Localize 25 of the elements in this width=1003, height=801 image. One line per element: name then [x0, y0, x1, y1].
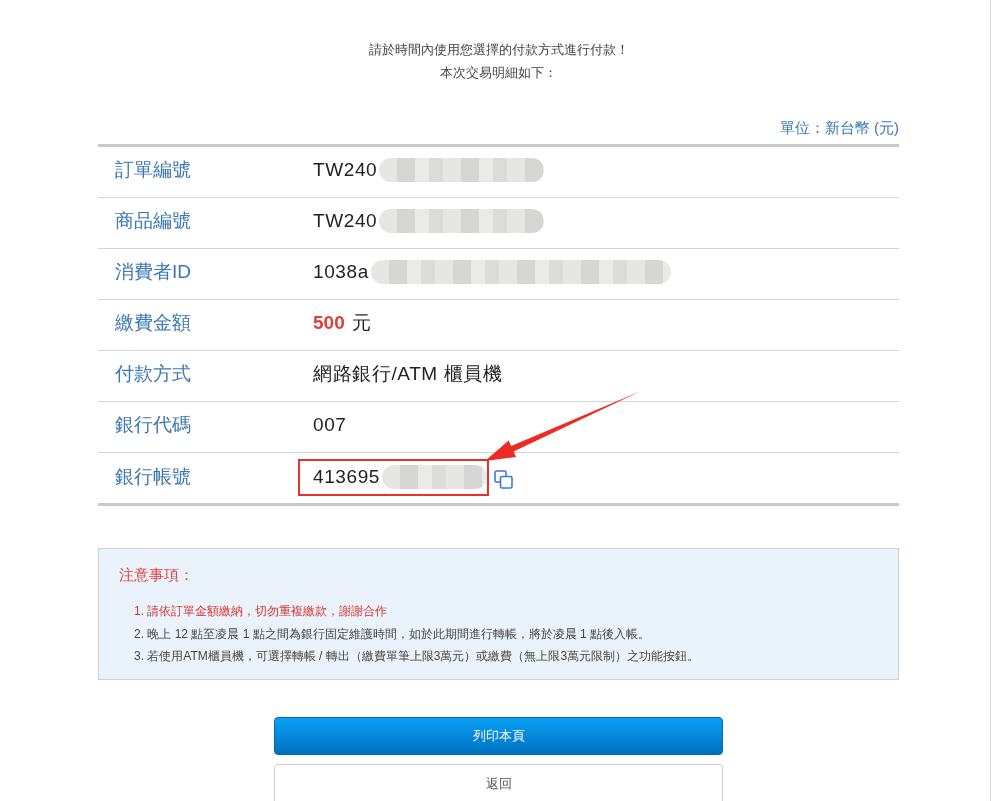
field-label: 銀行代碼 — [114, 413, 192, 437]
field-value: 413695 — [313, 465, 380, 489]
print-button[interactable]: 列印本頁 — [274, 716, 723, 755]
back-button[interactable]: 返回 — [274, 763, 723, 801]
unit-label: 單位：新台幣 (元) — [779, 119, 899, 136]
intro-text: 本次交易明細如下： — [439, 64, 558, 82]
field-value: 007 — [313, 413, 347, 437]
notice-title: 注意事項： — [119, 565, 195, 585]
field-value: TW240 — [313, 158, 378, 182]
currency-unit: 元 — [351, 311, 372, 335]
field-label: 繳費金額 — [114, 311, 192, 335]
field-label: 訂單編號 — [114, 158, 192, 182]
field-label: 商品編號 — [114, 209, 192, 233]
notice-item: 2. 晚上 12 點至凌晨 1 點之間為銀行固定維護時間，如於此期間進行轉帳，將於凌晨 1 點後入帳。 — [134, 625, 652, 643]
field-label: 銀行帳號 — [114, 465, 192, 489]
intro-text: 請於時間內使用您選擇的付款方式進行付款！ — [367, 41, 630, 59]
field-label: 付款方式 — [114, 362, 192, 386]
notice-item: 1. 請依訂單金額繳納，切勿重複繳款，謝謝合作 — [134, 603, 389, 620]
field-value: TW240 — [313, 209, 378, 233]
copy-icon[interactable] — [494, 470, 513, 489]
notice-item: 3. 若使用ATM櫃員機，可選擇轉帳 / 轉出（繳費單筆上限3萬元）或繳費（無上限3萬元限制）之功能按鈕。 — [134, 648, 701, 665]
field-value: 網路銀行/ATM 櫃員機 — [313, 362, 503, 386]
field-value: 1038a — [313, 260, 369, 284]
amount-value: 500 — [313, 311, 345, 335]
field-label: 消費者ID — [114, 260, 192, 284]
